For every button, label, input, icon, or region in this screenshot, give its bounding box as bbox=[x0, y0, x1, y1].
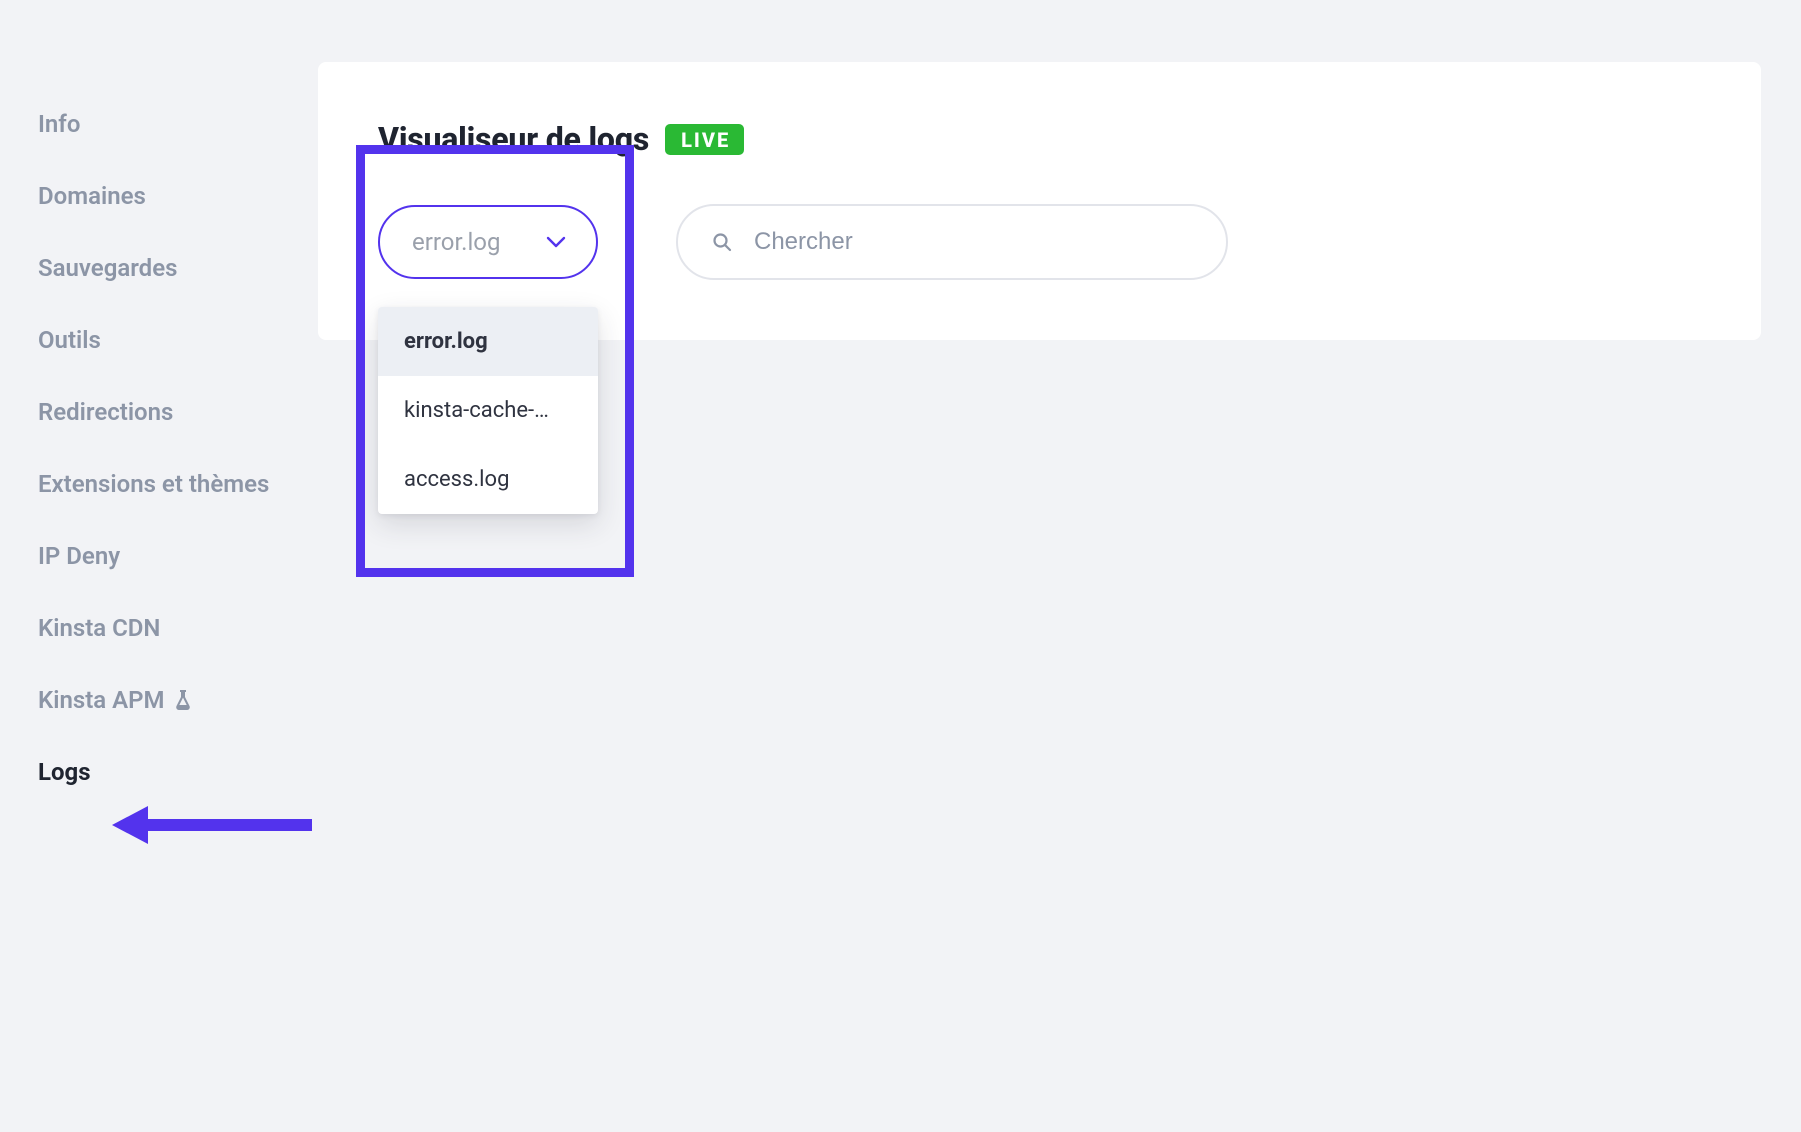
log-file-select[interactable]: error.log bbox=[378, 205, 598, 279]
sidebar-item-outils[interactable]: Outils bbox=[38, 304, 318, 376]
controls-row: error.log error.log kinsta-cache-… acces… bbox=[378, 204, 1701, 280]
search-icon bbox=[712, 232, 732, 252]
log-file-select-value: error.log bbox=[412, 228, 500, 256]
sidebar-item-domaines[interactable]: Domaines bbox=[38, 160, 318, 232]
search-field[interactable] bbox=[676, 204, 1228, 280]
sidebar-item-label: Extensions et thèmes bbox=[38, 470, 269, 498]
sidebar-item-label: Kinsta APM bbox=[38, 686, 165, 714]
sidebar-item-label: Kinsta CDN bbox=[38, 614, 160, 642]
sidebar-item-info[interactable]: Info bbox=[38, 88, 318, 160]
sidebar-item-label: Redirections bbox=[38, 398, 173, 426]
sidebar-item-label: Sauvegardes bbox=[38, 254, 177, 282]
sidebar-item-label: Outils bbox=[38, 326, 101, 354]
sidebar-item-extensions-themes[interactable]: Extensions et thèmes bbox=[38, 448, 318, 520]
sidebar-item-redirections[interactable]: Redirections bbox=[38, 376, 318, 448]
sidebar-item-label: IP Deny bbox=[38, 542, 120, 570]
beta-flask-icon bbox=[175, 690, 191, 710]
nav-list: Info Domaines Sauvegardes Outils Redirec… bbox=[38, 88, 318, 808]
sidebar-item-label: Logs bbox=[38, 758, 91, 786]
chevron-down-icon bbox=[546, 235, 566, 249]
log-select-wrap: error.log error.log kinsta-cache-… acces… bbox=[378, 205, 654, 279]
log-file-dropdown: error.log kinsta-cache-… access.log bbox=[378, 307, 598, 514]
page-title: Visualiseur de logs bbox=[378, 120, 649, 158]
sidebar: Info Domaines Sauvegardes Outils Redirec… bbox=[0, 0, 318, 1132]
dropdown-option-access-log[interactable]: access.log bbox=[378, 445, 598, 514]
log-viewer-card: Visualiseur de logs LIVE error.log error… bbox=[318, 62, 1761, 340]
dropdown-option-kinsta-cache[interactable]: kinsta-cache-… bbox=[378, 376, 598, 445]
sidebar-item-sauvegardes[interactable]: Sauvegardes bbox=[38, 232, 318, 304]
main: Visualiseur de logs LIVE error.log error… bbox=[318, 0, 1801, 1132]
search-input[interactable] bbox=[754, 228, 1192, 256]
title-row: Visualiseur de logs LIVE bbox=[378, 120, 1701, 158]
sidebar-item-label: Domaines bbox=[38, 182, 146, 210]
dropdown-option-error-log[interactable]: error.log bbox=[378, 307, 598, 376]
sidebar-item-ip-deny[interactable]: IP Deny bbox=[38, 520, 318, 592]
live-badge: LIVE bbox=[665, 124, 744, 155]
sidebar-item-logs[interactable]: Logs bbox=[38, 736, 318, 808]
sidebar-item-label: Info bbox=[38, 110, 80, 138]
sidebar-item-kinsta-cdn[interactable]: Kinsta CDN bbox=[38, 592, 318, 664]
sidebar-item-kinsta-apm[interactable]: Kinsta APM bbox=[38, 664, 318, 736]
